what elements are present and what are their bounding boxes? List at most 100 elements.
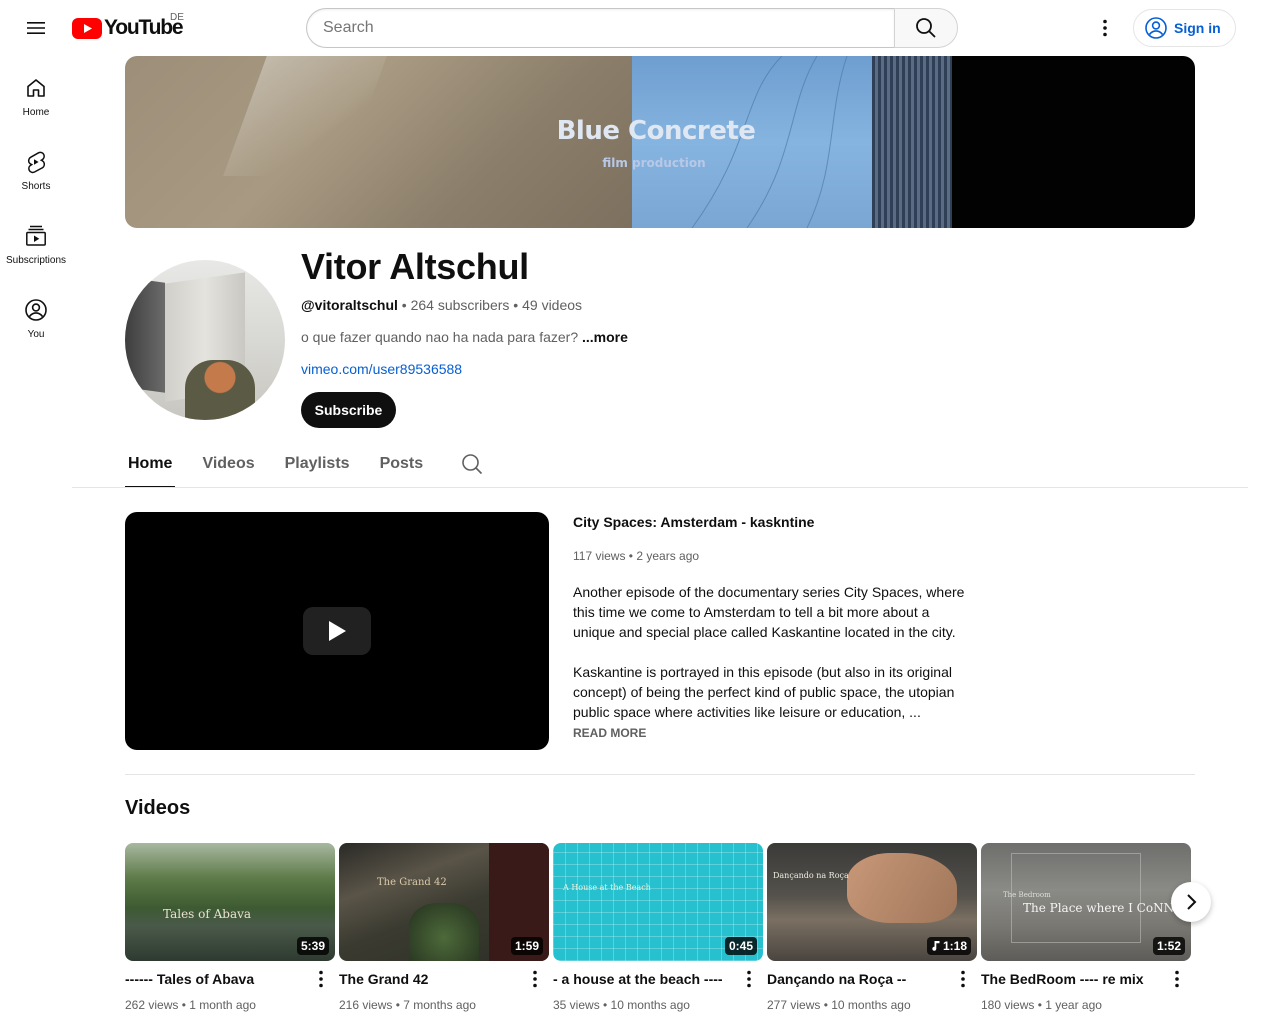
- tab-videos[interactable]: Videos: [199, 440, 257, 488]
- duration-text: 1:52: [1156, 939, 1181, 953]
- duration-text: 1:18: [942, 939, 967, 953]
- guide-item-shorts[interactable]: Shorts: [0, 130, 72, 204]
- tab-playlists[interactable]: Playlists: [282, 440, 353, 488]
- video-meta: 262 views • 1 month ago: [125, 998, 256, 1012]
- shelf-title[interactable]: Videos: [125, 797, 190, 820]
- guide-item-label: You: [27, 329, 45, 340]
- duration-text: 0:45: [728, 939, 753, 953]
- more-vertical-icon: [747, 970, 751, 988]
- hamburger-menu-icon: [27, 22, 45, 34]
- video-card[interactable]: Tales of Abava 5:39 ------ Tales of Abav…: [125, 843, 335, 1012]
- video-thumbnail[interactable]: The Grand 42 1:59: [339, 843, 549, 961]
- tab-posts[interactable]: Posts: [377, 440, 427, 488]
- video-menu-button[interactable]: [1165, 967, 1189, 991]
- settings-menu-button[interactable]: [1085, 8, 1125, 48]
- video-meta: 216 views • 7 months ago: [339, 998, 476, 1012]
- featured-video-description: Another episode of the documentary serie…: [573, 582, 973, 722]
- more-vertical-icon: [533, 970, 537, 988]
- video-meta: 35 views • 10 months ago: [553, 998, 690, 1012]
- guide-item-you[interactable]: You: [0, 278, 72, 352]
- thumbnail-plant: [409, 903, 479, 961]
- home-icon: [27, 79, 45, 97]
- video-title[interactable]: ------ Tales of Abava: [125, 971, 309, 987]
- tab-home[interactable]: Home: [125, 440, 176, 488]
- description-paragraph: Kaskantine is portrayed in this episode …: [573, 664, 955, 720]
- thumbnail-text-small: The Bedroom: [1003, 891, 1051, 899]
- video-menu-button[interactable]: [951, 967, 975, 991]
- description-paragraph: Another episode of the documentary serie…: [573, 584, 965, 640]
- video-card[interactable]: The Grand 42 1:59 The Grand 42 216 views…: [339, 843, 549, 1012]
- search-icon: [462, 454, 483, 475]
- search-icon: [916, 18, 936, 38]
- masthead: YouTube DE Sign in: [0, 0, 1280, 56]
- video-thumbnail[interactable]: Tales of Abava 5:39: [125, 843, 335, 961]
- video-menu-button[interactable]: [523, 967, 547, 991]
- featured-video-meta: 117 views • 2 years ago: [573, 549, 700, 563]
- banner-title: Blue Concrete: [556, 116, 756, 146]
- video-thumbnail[interactable]: Dançando na Roça 1:18: [767, 843, 977, 961]
- duration-badge: 5:39: [296, 937, 329, 955]
- duration-badge: 1:59: [510, 937, 543, 955]
- channel-avatar: [125, 260, 285, 420]
- channel-name: Vitor Altschul: [301, 246, 529, 287]
- video-title[interactable]: Dançando na Roça --: [767, 971, 951, 987]
- music-note-icon: [932, 941, 940, 951]
- video-count: 49 videos: [522, 297, 583, 313]
- guide-item-subscriptions[interactable]: Subscriptions: [0, 204, 72, 278]
- country-code: DE: [170, 12, 184, 23]
- channel-external-link[interactable]: vimeo.com/user89536588: [301, 361, 462, 377]
- guide-item-home[interactable]: Home: [0, 56, 72, 130]
- search-input[interactable]: [306, 8, 894, 48]
- video-title[interactable]: - a house at the beach ----: [553, 971, 737, 987]
- video-title[interactable]: The BedRoom ---- re mix: [981, 971, 1165, 987]
- sign-in-button[interactable]: Sign in: [1133, 9, 1236, 47]
- shelf-next-button[interactable]: [1171, 882, 1211, 922]
- search-button[interactable]: [894, 8, 958, 48]
- section-divider: [125, 774, 1195, 775]
- guide-menu-button[interactable]: [16, 8, 56, 48]
- avatar-person: [185, 360, 255, 420]
- thumbnail-text: The Place where I CoNN: [1023, 901, 1175, 915]
- more-vertical-icon: [1175, 970, 1179, 988]
- channel-tabs: Home Videos Playlists Posts: [125, 440, 484, 488]
- featured-video-player[interactable]: [125, 512, 549, 750]
- youtube-play-logo-icon: [72, 17, 102, 39]
- channel-banner: Blue Concrete film production: [125, 56, 1195, 228]
- you-icon: [25, 299, 47, 321]
- guide-item-label: Shorts: [21, 181, 51, 192]
- video-title[interactable]: The Grand 42: [339, 971, 523, 987]
- guide-item-label: Home: [22, 107, 50, 118]
- description-more-link[interactable]: ...more: [582, 329, 628, 345]
- avatar-shadow: [125, 277, 165, 393]
- duration-badge: 0:45: [724, 937, 757, 955]
- play-button[interactable]: [303, 607, 371, 655]
- thumbnail-feet: [847, 853, 957, 923]
- account-circle-icon: [1145, 17, 1167, 39]
- subscriptions-icon: [26, 225, 46, 246]
- banner-subtitle: film production: [602, 156, 706, 170]
- thumbnail-text: Tales of Abava: [163, 907, 252, 921]
- featured-video-title[interactable]: City Spaces: Amsterdam - kaskntine: [573, 514, 814, 530]
- read-more-link[interactable]: READ MORE: [573, 726, 646, 740]
- mini-guide: Home Shorts Subscriptions You: [0, 56, 72, 352]
- video-menu-button[interactable]: [309, 967, 333, 991]
- video-menu-button[interactable]: [737, 967, 761, 991]
- video-thumbnail[interactable]: The Bedroom The Place where I CoNN 1:52: [981, 843, 1191, 961]
- video-card[interactable]: The Bedroom The Place where I CoNN 1:52 …: [981, 843, 1191, 1012]
- subscribe-button[interactable]: Subscribe: [301, 392, 396, 428]
- video-card[interactable]: Dançando na Roça 1:18 Dançando na Roça -…: [767, 843, 977, 1012]
- duration-badge: 1:52: [1152, 937, 1185, 955]
- sign-in-label: Sign in: [1174, 20, 1221, 36]
- more-vertical-icon: [961, 970, 965, 988]
- guide-item-label: Subscriptions: [5, 255, 67, 266]
- thumbnail-text: The Grand 42: [377, 877, 447, 888]
- channel-search-button[interactable]: [460, 440, 484, 488]
- youtube-logo[interactable]: YouTube: [72, 16, 184, 40]
- more-vertical-icon: [1103, 19, 1107, 37]
- video-meta: 180 views • 1 year ago: [981, 998, 1102, 1012]
- video-thumbnail[interactable]: A House at the Beach 0:45: [553, 843, 763, 961]
- meta-separator: •: [397, 297, 411, 313]
- video-card[interactable]: A House at the Beach 0:45 - a house at t…: [553, 843, 763, 1012]
- shorts-icon: [27, 151, 46, 174]
- channel-description[interactable]: o que fazer quando nao ha nada para faze…: [301, 329, 628, 345]
